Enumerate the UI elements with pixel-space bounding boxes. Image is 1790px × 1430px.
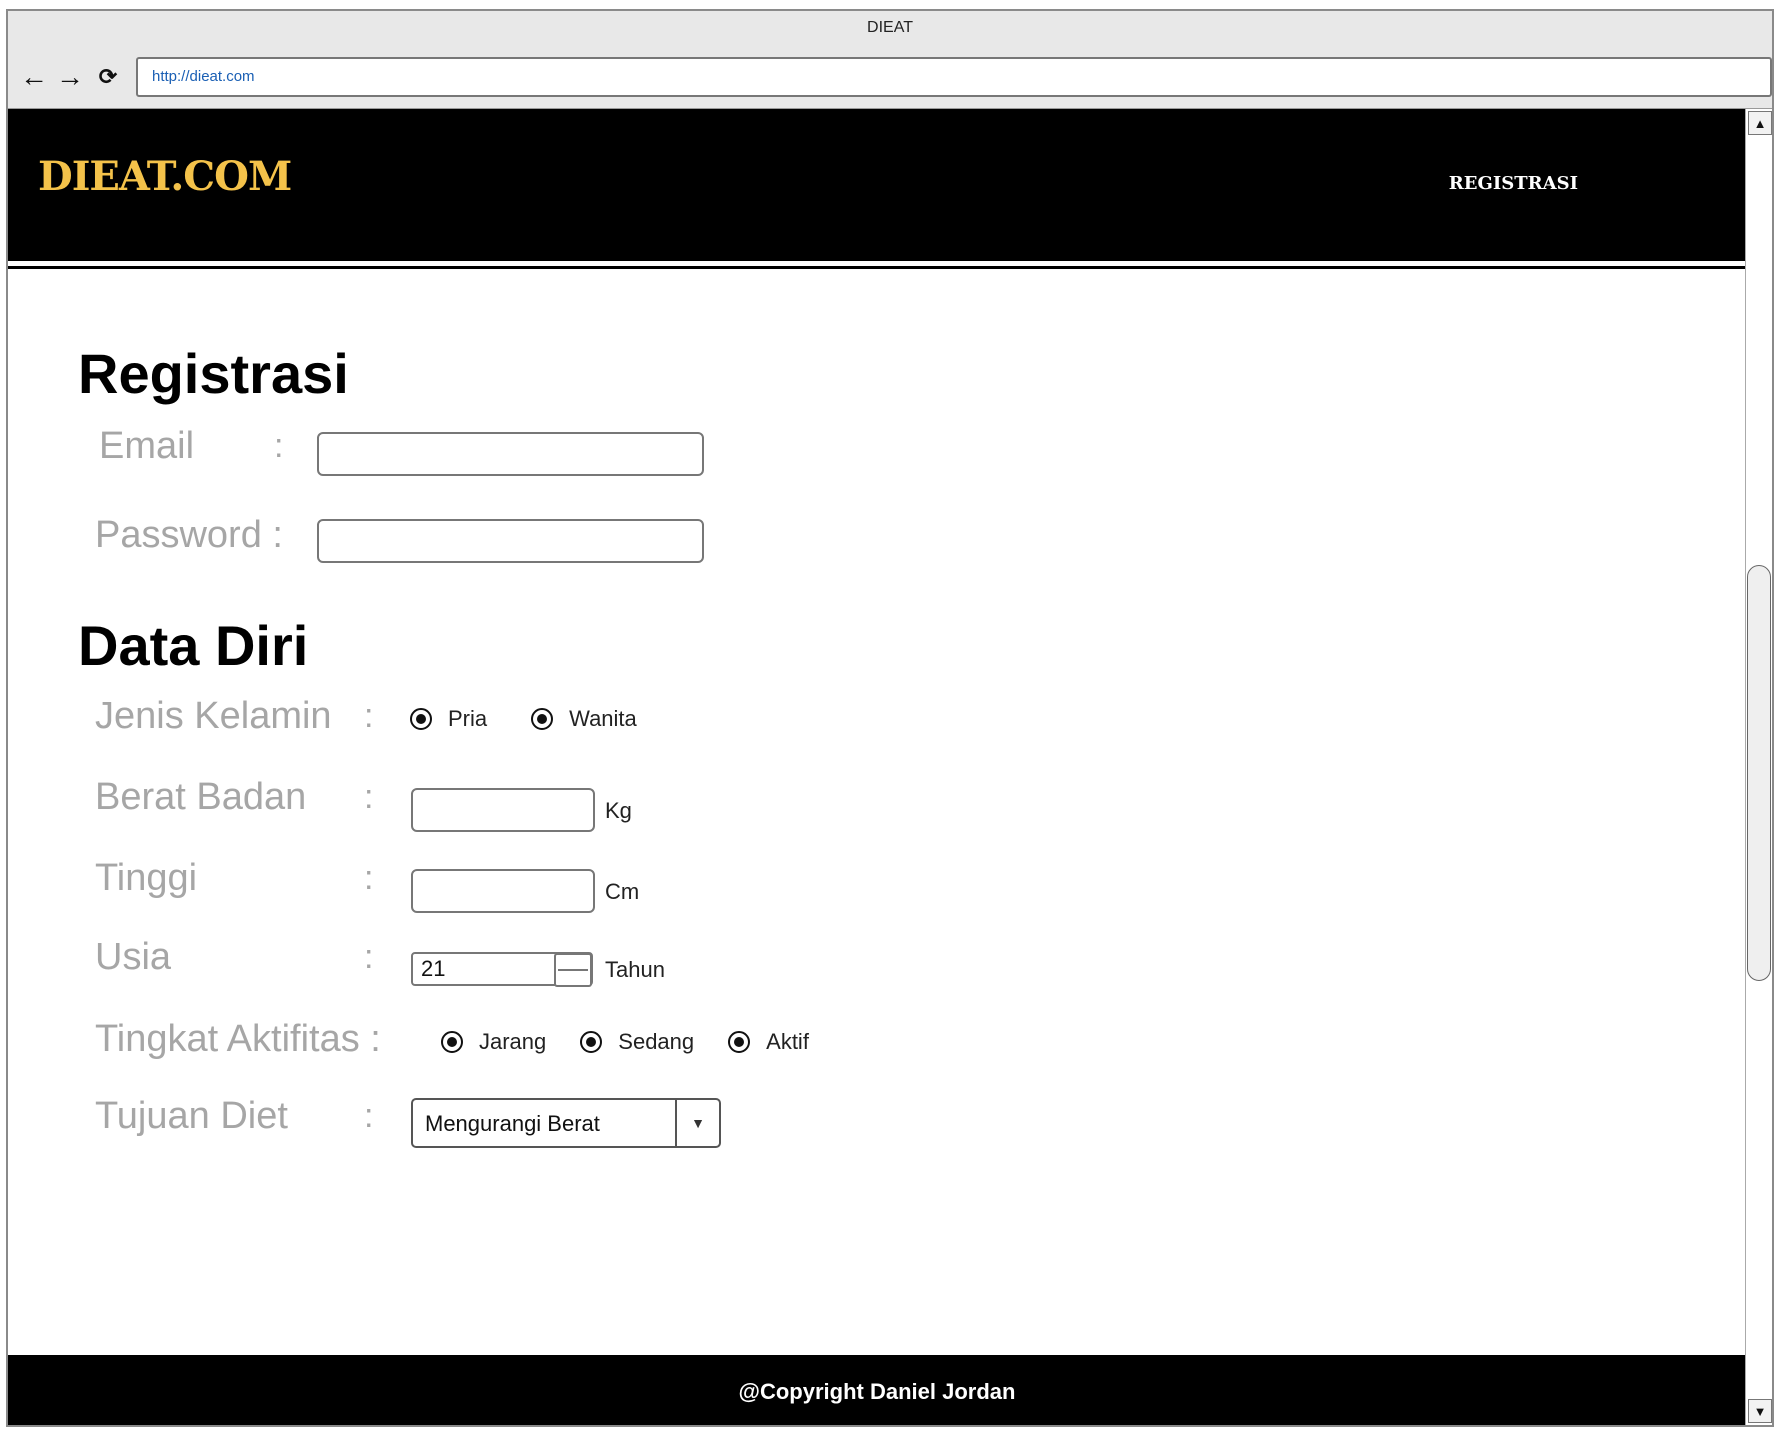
radio-label: Aktif [766, 1029, 809, 1054]
radio-button-icon [441, 1031, 463, 1053]
radio-button-icon [410, 708, 432, 730]
scroll-thumb[interactable] [1747, 565, 1771, 981]
personal-data-title: Data Diri [78, 614, 309, 677]
chevron-down-icon[interactable]: ▼ [675, 1100, 719, 1146]
radio-wanita[interactable]: Wanita [531, 706, 637, 732]
diet-goal-label: Tujuan Diet [95, 1095, 288, 1137]
address-bar[interactable]: http://dieat.com [136, 57, 1772, 97]
site-logo[interactable]: DIEAT.COM [38, 153, 292, 200]
gender-radio-group: Pria Wanita [410, 706, 681, 732]
page-viewport: DIEAT.COM REGISTRASI Registrasi Email : … [8, 109, 1772, 1425]
age-value: 21 [421, 956, 446, 981]
window-title: DIEAT [8, 11, 1772, 45]
height-colon: : [364, 859, 374, 897]
radio-button-icon [580, 1031, 603, 1053]
radio-aktif[interactable]: Aktif [728, 1029, 809, 1055]
age-unit: Tahun [605, 957, 665, 982]
radio-jarang[interactable]: Jarang [441, 1029, 546, 1055]
radio-label: Pria [448, 706, 488, 731]
scroll-up-icon[interactable]: ▲ [1748, 111, 1772, 135]
password-label: Password : [95, 514, 283, 556]
height-unit: Cm [605, 879, 640, 904]
email-colon: : [274, 427, 284, 465]
age-colon: : [364, 938, 374, 976]
email-field[interactable] [317, 432, 704, 476]
radio-button-icon [728, 1031, 751, 1053]
radio-button-icon [531, 708, 554, 730]
weight-field[interactable] [411, 788, 595, 832]
email-label: Email [99, 425, 195, 467]
registration-title: Registrasi [78, 342, 349, 405]
height-field[interactable] [411, 869, 595, 913]
browser-toolbar: ← → ⟳ http://dieat.com [8, 45, 1772, 109]
stepper-buttons[interactable] [554, 953, 592, 987]
scroll-down-icon[interactable]: ▼ [1748, 1399, 1772, 1423]
activity-label: Tingkat Aktifitas : [95, 1018, 381, 1060]
arrow-right-icon[interactable]: → [56, 63, 84, 91]
diet-goal-select[interactable]: Mengurangi Berat ▼ [411, 1098, 721, 1148]
site-footer: @Copyright Daniel Jordan [8, 1355, 1746, 1425]
activity-radio-group: Jarang Sedang Aktif [441, 1029, 853, 1055]
vertical-scrollbar[interactable]: ▲ ▼ [1745, 109, 1772, 1425]
weight-label: Berat Badan [95, 776, 307, 818]
height-label: Tinggi [95, 857, 198, 899]
radio-label: Jarang [479, 1029, 547, 1054]
gender-label: Jenis Kelamin [95, 695, 332, 737]
weight-colon: : [364, 778, 374, 816]
gender-colon: : [364, 697, 374, 735]
radio-label: Sedang [618, 1029, 695, 1054]
nav-link-registrasi[interactable]: REGISTRASI [1449, 173, 1578, 194]
age-stepper[interactable]: 21 [411, 952, 593, 987]
site-header: DIEAT.COM REGISTRASI [8, 109, 1746, 266]
radio-sedang[interactable]: Sedang [580, 1029, 694, 1055]
radio-label: Wanita [569, 706, 637, 731]
password-field[interactable] [317, 519, 704, 563]
age-label: Usia [95, 936, 172, 978]
diet-goal-colon: : [364, 1097, 374, 1135]
arrow-left-icon[interactable]: ← [20, 63, 48, 91]
weight-unit: Kg [605, 798, 632, 823]
diet-goal-value: Mengurangi Berat [425, 1111, 600, 1136]
radio-pria[interactable]: Pria [410, 706, 487, 732]
reload-icon[interactable]: ⟳ [94, 63, 122, 91]
browser-window: DIEAT ← → ⟳ http://dieat.com DIEAT.COM R… [6, 9, 1774, 1427]
